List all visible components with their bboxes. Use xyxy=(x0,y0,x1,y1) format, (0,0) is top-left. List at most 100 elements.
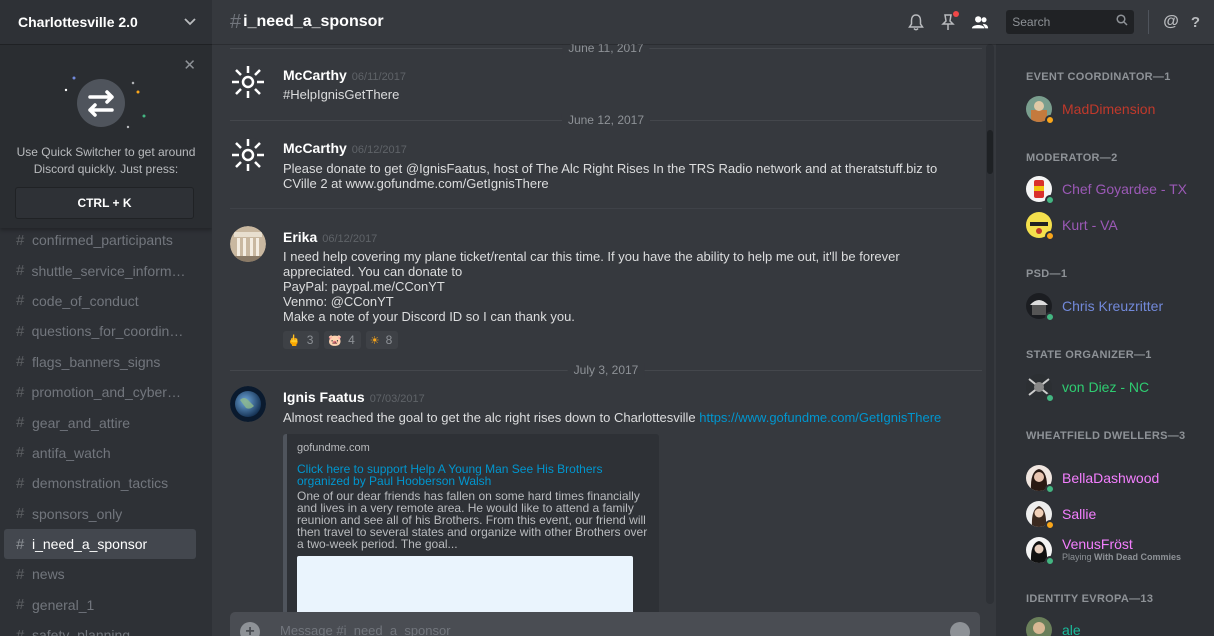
reaction[interactable]: 🐷 4 xyxy=(324,331,361,349)
status-indicator xyxy=(1045,520,1055,530)
timestamp: 06/11/2017 xyxy=(351,71,407,83)
member-item[interactable]: VenusFröst Playing With Dead Commies xyxy=(1026,534,1181,566)
member-item[interactable]: Kurt - VA xyxy=(1026,209,1118,241)
member-list: EVENT COORDINATOR—1 MadDimension MODERAT… xyxy=(996,44,1214,636)
hash-icon: # xyxy=(16,414,25,432)
channel-item[interactable]: # sponsors_only xyxy=(4,499,196,529)
avatar xyxy=(1026,537,1055,566)
upload-plus-icon[interactable]: + xyxy=(240,622,260,636)
message-line: Make a note of your Discord ID so I can … xyxy=(283,309,575,324)
channel-item[interactable]: # antifa_watch xyxy=(4,438,196,468)
help-icon[interactable]: ? xyxy=(1191,14,1200,31)
message-header: McCarthy 06/11/2017 xyxy=(283,67,406,85)
mentions-icon[interactable]: @ xyxy=(1163,13,1179,31)
role-header: EVENT COORDINATOR—1 xyxy=(1026,71,1171,83)
member-item[interactable]: Chris Kreuzritter xyxy=(1026,290,1163,322)
hash-icon: # xyxy=(16,626,25,636)
pin-icon[interactable] xyxy=(939,11,960,31)
member-name: Chef Goyardee - TX xyxy=(1062,180,1188,197)
channel-item[interactable]: # safety_planning xyxy=(4,620,196,636)
embed-title-link[interactable]: Click here to support Help A Young Man S… xyxy=(297,463,651,487)
scrollbar[interactable] xyxy=(986,44,994,604)
channel-label: shuttle_service_informat... xyxy=(31,262,186,279)
member-item[interactable]: Chef Goyardee - TX xyxy=(1026,173,1187,205)
channel-label: gear_and_attire xyxy=(32,414,131,431)
message-line: I need help covering my plane ticket/ren… xyxy=(283,249,900,279)
emoji-picker-icon[interactable] xyxy=(950,622,970,636)
quick-switcher-tip: ✕ Use Quick Switcher to get around Disco… xyxy=(0,44,212,228)
message-text: I need help covering my plane ticket/ren… xyxy=(283,249,973,324)
member-item[interactable]: Sallie xyxy=(1026,498,1096,530)
channel-item[interactable]: # promotion_and_cyberstr... xyxy=(4,377,196,407)
author-name[interactable]: McCarthy xyxy=(283,67,347,83)
status-indicator xyxy=(1045,484,1055,494)
member-item[interactable]: MadDimension xyxy=(1026,93,1155,125)
member-name: MadDimension xyxy=(1062,100,1156,117)
reaction[interactable]: 🖕 3 xyxy=(283,331,320,349)
channel-item[interactable]: # flags_banners_signs xyxy=(4,347,196,377)
role-header: IDENTITY EVROPA—13 xyxy=(1026,593,1154,605)
member-item[interactable]: ale xyxy=(1026,614,1081,636)
activity-game: With Dead Commies xyxy=(1094,552,1181,562)
activity-prefix: Playing xyxy=(1062,552,1092,562)
member-name: VenusFröst xyxy=(1062,536,1133,552)
close-icon[interactable]: ✕ xyxy=(183,56,196,74)
reaction[interactable]: ☀ 8 xyxy=(365,331,399,349)
status-indicator xyxy=(1045,195,1055,205)
avatar[interactable] xyxy=(230,137,266,173)
channel-item[interactable]: # news xyxy=(4,559,196,589)
member-name: Sallie xyxy=(1062,505,1097,522)
author-name[interactable]: Ignis Faatus xyxy=(283,389,365,405)
date-label: June 11, 2017 xyxy=(562,44,650,55)
channel-label: antifa_watch xyxy=(32,444,111,461)
hash-icon: # xyxy=(16,474,25,492)
chevron-down-icon[interactable] xyxy=(184,15,196,29)
search-input[interactable] xyxy=(1012,15,1103,29)
message-link[interactable]: https://www.gofundme.com/GetIgnisThere xyxy=(699,410,941,425)
message-line: PayPal: paypal.me/CConYT xyxy=(283,279,445,294)
message-composer: + xyxy=(230,612,980,636)
member-item[interactable]: BellaDashwood xyxy=(1026,462,1159,494)
avatar[interactable] xyxy=(230,64,266,100)
server-header[interactable]: Charlottesville 2.0 xyxy=(0,0,212,44)
quick-switcher-icon xyxy=(64,76,146,129)
search-icon[interactable] xyxy=(1116,13,1128,31)
members-icon[interactable] xyxy=(971,13,989,31)
scroll-thumb[interactable] xyxy=(987,130,993,174)
channel-item[interactable]: # gear_and_attire xyxy=(4,407,196,437)
channel-item[interactable]: # demonstration_tactics xyxy=(4,468,196,498)
channel-label: i_need_a_sponsor xyxy=(32,536,148,553)
reactions: 🖕 3 🐷 4 ☀ 8 xyxy=(283,331,403,349)
status-indicator xyxy=(1045,312,1055,322)
date-divider: June 12, 2017 xyxy=(230,113,982,127)
author-name[interactable]: Erika xyxy=(283,229,317,245)
member-item[interactable]: von Diez - NC xyxy=(1026,371,1149,403)
status-indicator xyxy=(1045,393,1055,403)
channel-item[interactable]: # questions_for_coordinat... xyxy=(4,316,196,346)
avatar[interactable] xyxy=(230,386,266,422)
search-bar[interactable] xyxy=(1006,10,1135,34)
channel-item[interactable]: # general_1 xyxy=(4,590,196,620)
author-name[interactable]: McCarthy xyxy=(283,140,347,156)
channel-label: questions_for_coordinat... xyxy=(31,323,186,340)
member-name: von Diez - NC xyxy=(1062,378,1150,395)
channel-label: general_1 xyxy=(32,596,95,613)
channel-item-active[interactable]: # i_need_a_sponsor xyxy=(4,528,196,560)
hash-icon: # xyxy=(16,565,25,583)
role-header: PSD—1 xyxy=(1026,268,1068,280)
status-indicator xyxy=(1045,231,1055,241)
channel-label: demonstration_tactics xyxy=(32,475,169,492)
bell-icon[interactable] xyxy=(907,13,925,31)
discord-app: Charlottesville 2.0 # confirmed_participa… xyxy=(0,0,1214,636)
channel-item[interactable]: # shuttle_service_informat... xyxy=(4,255,196,285)
date-divider: June 11, 2017 xyxy=(230,44,982,55)
message-header: McCarthy 06/12/2017 xyxy=(283,140,407,158)
date-label: July 3, 2017 xyxy=(567,363,645,377)
message-input[interactable] xyxy=(280,623,920,636)
avatar[interactable] xyxy=(230,226,266,262)
channel-item[interactable]: # code_of_conduct xyxy=(4,286,196,316)
channel-label: code_of_conduct xyxy=(32,292,139,309)
header-toolbar: @ ? xyxy=(900,0,1214,44)
channel-item[interactable]: # confirmed_participants xyxy=(4,225,196,255)
avatar xyxy=(1026,293,1055,322)
